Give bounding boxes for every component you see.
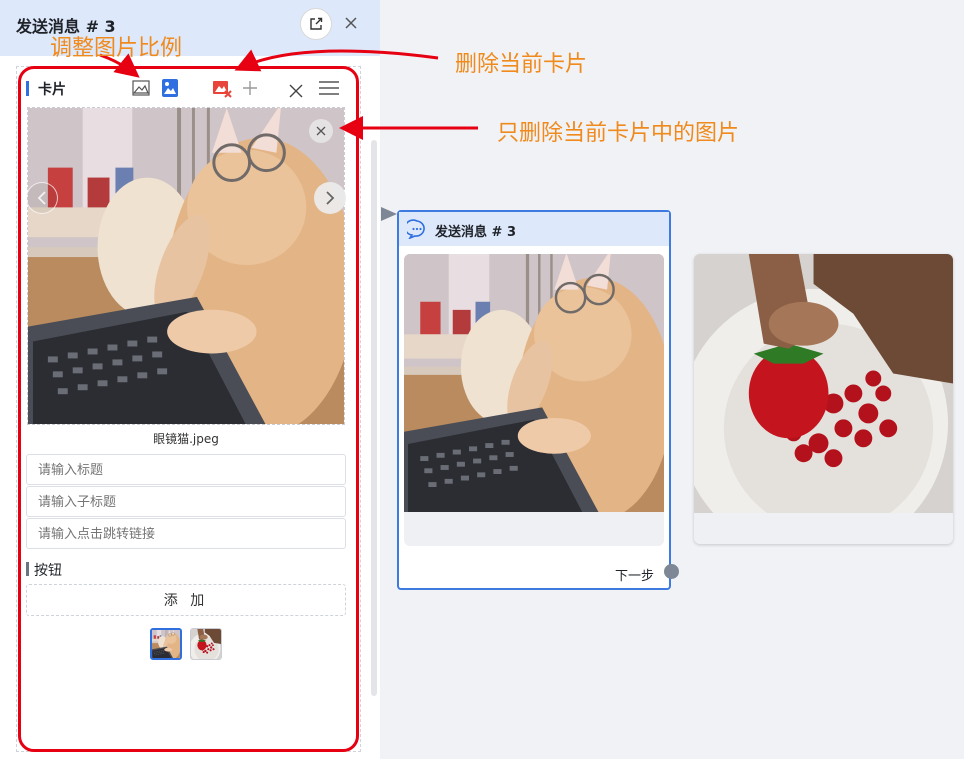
prev-image-button[interactable]	[26, 182, 58, 214]
annotation-adjust-ratio: 调整图片比例	[50, 36, 183, 61]
node-header: 发送消息 # 3	[399, 212, 669, 246]
annotation-delete-image: 只删除当前卡片中的图片	[497, 121, 740, 146]
image-ratio-landscape-button[interactable]	[131, 78, 151, 98]
buttons-label-marker	[26, 562, 29, 576]
image-thumbnail-strawberry[interactable]	[190, 628, 222, 660]
chat-bubble-icon	[407, 219, 425, 239]
delete-card-button[interactable]	[212, 78, 232, 98]
close-button[interactable]	[340, 12, 362, 34]
close-icon	[345, 17, 357, 29]
connector-arrow	[381, 207, 397, 221]
link-input[interactable]	[26, 518, 346, 549]
close-icon	[289, 84, 303, 98]
node-card-preview	[404, 254, 664, 546]
image-ratio-square-button[interactable]	[160, 78, 180, 98]
annotation-delete-card: 删除当前卡片	[455, 52, 588, 77]
chevron-right-icon	[326, 191, 335, 205]
close-card-button[interactable]	[286, 81, 306, 101]
image-ratio-landscape-icon	[132, 80, 150, 96]
delete-image-button[interactable]	[309, 119, 333, 143]
card-image	[27, 107, 345, 425]
message-node[interactable]: 发送消息 # 3 下一步	[397, 210, 671, 590]
image-filename: 眼镜猫.jpeg	[153, 432, 219, 446]
add-icon	[243, 81, 257, 95]
menu-icon	[319, 81, 339, 95]
strawberry-image	[694, 254, 953, 513]
chevron-left-icon	[37, 191, 46, 205]
panel-scrollbar[interactable]	[371, 140, 377, 696]
strawberry-card-preview	[694, 254, 953, 544]
image-thumbnail-cat[interactable]	[150, 628, 182, 660]
output-port[interactable]	[664, 564, 679, 579]
card-menu-button[interactable]	[319, 78, 339, 98]
card-toolbar: 卡片	[26, 76, 346, 102]
node-card-image	[404, 254, 664, 512]
delete-card-icon	[213, 81, 232, 98]
add-button[interactable]: 添 加	[26, 584, 346, 616]
message-edit-panel: 发送消息 # 3 卡片 眼镜猫.jpeg 请输入标题 请输入子标题 请输入点击跳…	[0, 0, 380, 759]
edit-icon	[310, 17, 323, 30]
next-image-button[interactable]	[314, 182, 346, 214]
card-label-marker	[26, 81, 29, 96]
subtitle-input[interactable]	[26, 486, 346, 517]
card-label: 卡片	[38, 82, 66, 98]
buttons-label: 按钮	[34, 563, 62, 579]
next-step-label: 下一步	[615, 569, 655, 584]
edit-button[interactable]	[300, 8, 332, 40]
image-ratio-square-icon	[162, 79, 178, 97]
cat-image	[28, 108, 345, 425]
title-input[interactable]	[26, 454, 346, 485]
node-title: 发送消息 # 3	[435, 225, 516, 240]
close-icon	[316, 126, 326, 136]
add-card-button[interactable]	[240, 78, 260, 98]
